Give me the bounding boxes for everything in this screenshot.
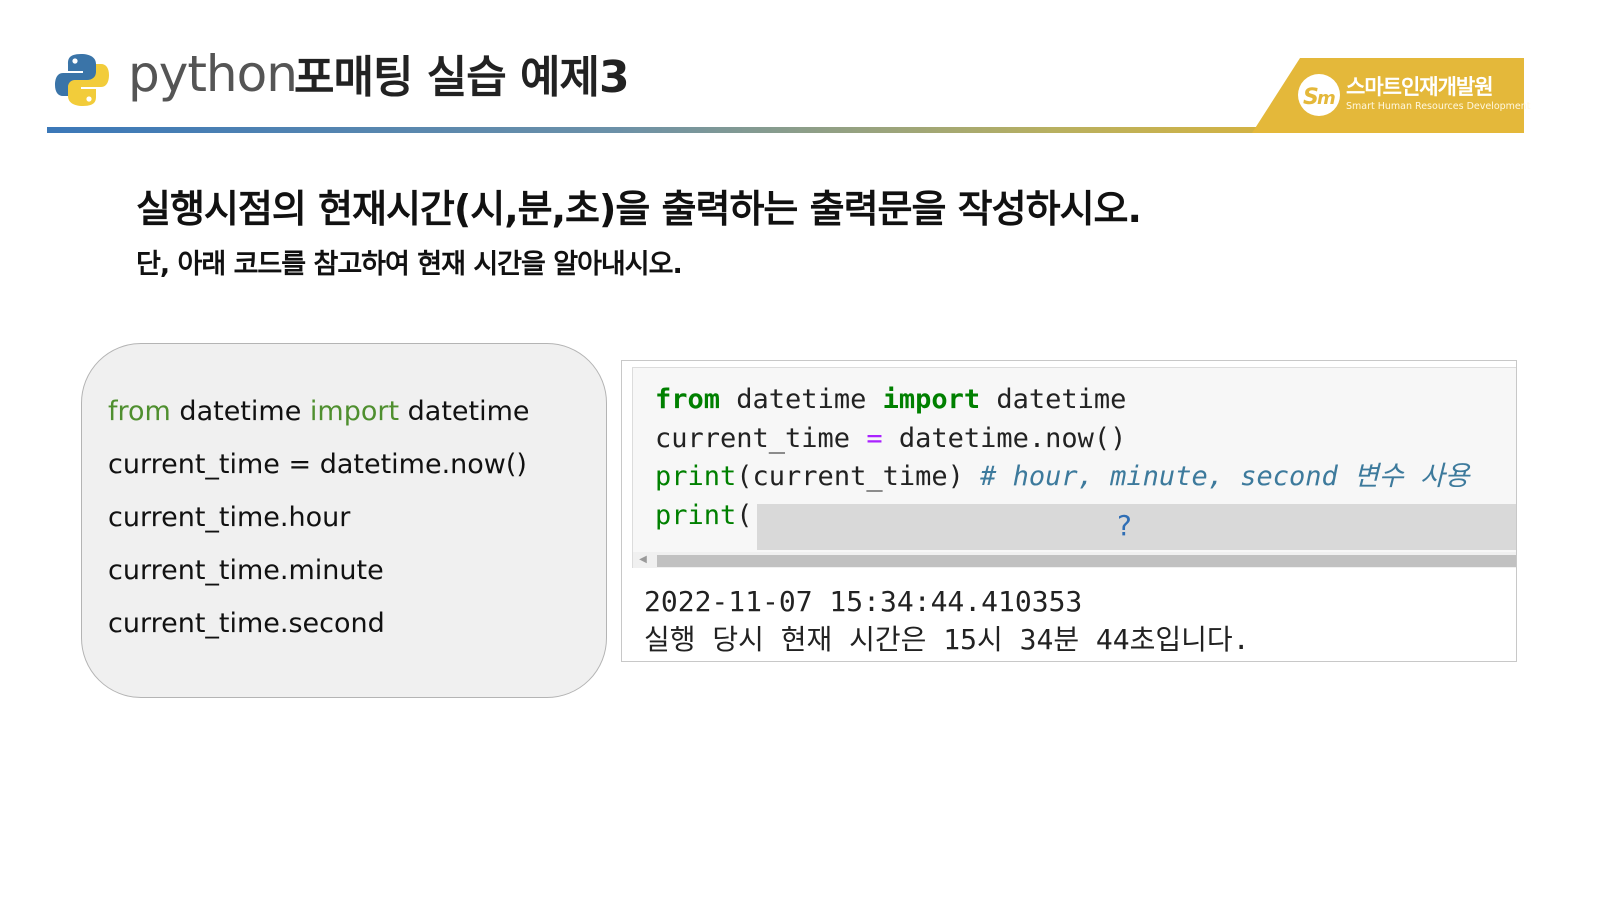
python-wordmark: python bbox=[128, 45, 298, 103]
header-divider bbox=[47, 127, 1307, 133]
horizontal-scrollbar[interactable]: ◀ bbox=[633, 552, 1516, 568]
scroll-left-icon[interactable]: ◀ bbox=[637, 553, 649, 567]
code-line-assign: current_time = datetime.now() bbox=[655, 420, 1126, 458]
code-line-print: print(current_time) # hour, minute, seco… bbox=[655, 458, 1470, 496]
code-module: datetime bbox=[720, 384, 883, 415]
code-line-print-blank: print( bbox=[655, 497, 753, 535]
page-title: 포매팅 실습 예제3 bbox=[294, 52, 630, 103]
svg-text:m: m bbox=[1317, 88, 1336, 109]
answer-placeholder: ? bbox=[1117, 509, 1132, 542]
answer-blank bbox=[757, 504, 1516, 550]
code-keyword-from: from bbox=[655, 384, 721, 415]
code-print-args: (current_time) bbox=[736, 461, 981, 492]
module-name: datetime bbox=[170, 396, 310, 427]
code-print-fn-2: print bbox=[655, 500, 737, 531]
badge-org-subtitle: Smart Human Resources Development bbox=[1346, 101, 1531, 112]
code-operator: = bbox=[866, 423, 883, 454]
reference-line-minute: current_time.minute bbox=[108, 555, 384, 586]
notebook-cell: from datetime import datetime current_ti… bbox=[621, 360, 1517, 662]
code-editor[interactable]: from datetime import datetime current_ti… bbox=[632, 367, 1516, 568]
question-sub: 단, 아래 코드를 참고하여 현재 시간을 알아내시오. bbox=[136, 249, 683, 280]
code-call: datetime.now() bbox=[882, 423, 1127, 454]
python-logo-icon bbox=[55, 54, 109, 106]
output-line-message: 실행 당시 현재 시간은 15시 34분 44초입니다. bbox=[644, 623, 1250, 656]
badge-org-name: 스마트인재개발원 bbox=[1346, 75, 1494, 99]
keyword-from: from bbox=[108, 396, 171, 427]
smhrd-logo-icon: S m bbox=[1298, 74, 1340, 116]
code-comment: # hour, minute, second 변수 사용 bbox=[980, 461, 1470, 492]
code-open-paren: ( bbox=[736, 500, 753, 531]
keyword-import: import bbox=[309, 396, 400, 427]
output-line-datetime: 2022-11-07 15:34:44.410353 bbox=[644, 585, 1083, 618]
code-keyword-import: import bbox=[882, 384, 981, 415]
code-line-import: from datetime import datetime bbox=[655, 381, 1126, 419]
reference-line-import: from datetime import datetime bbox=[108, 394, 530, 430]
code-var: current_time bbox=[655, 423, 867, 454]
scrollbar-thumb[interactable] bbox=[657, 555, 1516, 567]
reference-line-second: current_time.second bbox=[108, 608, 385, 639]
code-import-name: datetime bbox=[980, 384, 1127, 415]
code-print-fn: print bbox=[655, 461, 737, 492]
reference-line-now: current_time = datetime.now() bbox=[108, 449, 527, 480]
import-name: datetime bbox=[399, 396, 530, 427]
reference-line-hour: current_time.hour bbox=[108, 502, 351, 533]
question-main: 실행시점의 현재시간(시,분,초)을 출력하는 출력문을 작성하시오. bbox=[136, 187, 1142, 231]
